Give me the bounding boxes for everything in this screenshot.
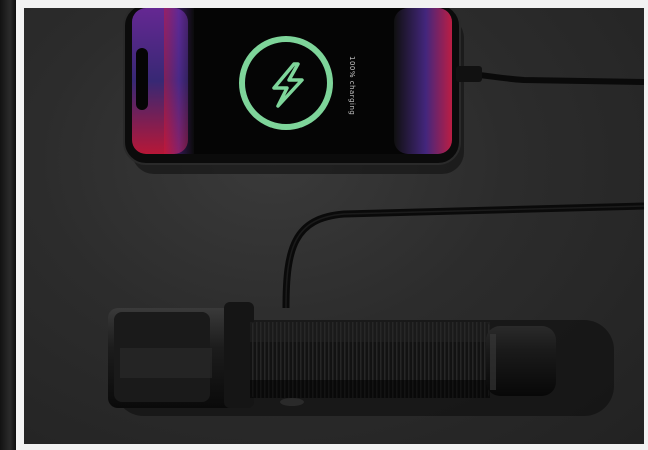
left-neighbor-image-strip — [0, 0, 16, 450]
white-frame-top — [16, 0, 648, 8]
white-frame-right — [644, 0, 648, 450]
white-frame-bottom — [16, 444, 648, 450]
white-frame-left — [16, 0, 24, 450]
product-photo: 100% charging — [24, 8, 644, 444]
phone-status-text: 100% charging — [348, 56, 356, 116]
photo-illustration — [108, 8, 644, 416]
torch-cable — [282, 202, 644, 309]
phone-cable — [459, 71, 644, 85]
